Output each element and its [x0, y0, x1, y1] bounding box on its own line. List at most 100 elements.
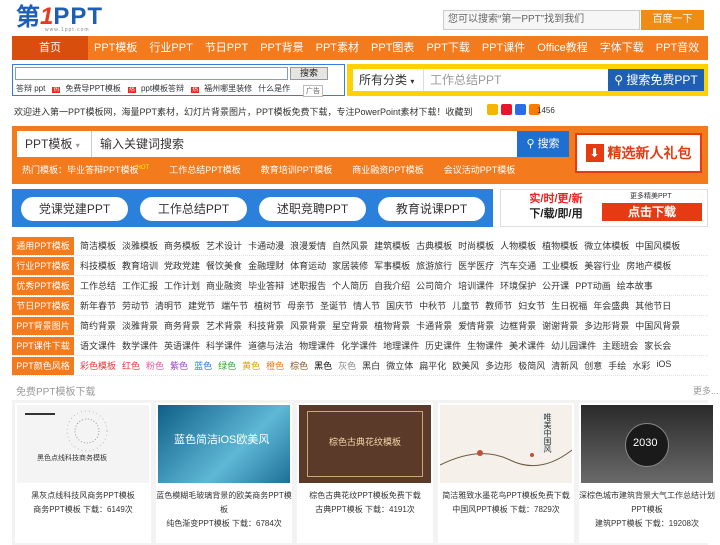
category-link[interactable]: 道德与法治: [248, 339, 293, 352]
baidu-search-input[interactable]: 您可以搜索“第一PPT”找到我们: [443, 10, 640, 30]
category-link[interactable]: 圣诞节: [320, 299, 347, 312]
category-link[interactable]: 艺术背景: [206, 319, 242, 332]
category-link[interactable]: 培训课件: [458, 279, 494, 292]
card-category[interactable]: 古典PPT模板: [315, 505, 363, 514]
category-link[interactable]: 房地产模板: [626, 259, 671, 272]
category-link[interactable]: 儿童节: [452, 299, 479, 312]
category-link[interactable]: 极简风: [518, 359, 545, 372]
category-link[interactable]: 红色: [122, 359, 140, 372]
nav-material[interactable]: PPT素材: [310, 36, 365, 60]
quick-lesson-button[interactable]: 教育说课PPT: [378, 197, 485, 221]
category-link[interactable]: 中国风模板: [635, 239, 680, 252]
category-link[interactable]: 卡通背景: [416, 319, 452, 332]
category-link[interactable]: 中国风背景: [635, 319, 680, 332]
category-link[interactable]: 妇女节: [518, 299, 545, 312]
quick-summary-button[interactable]: 工作总结PPT: [140, 197, 247, 221]
category-link[interactable]: 多边形背景: [584, 319, 629, 332]
category-link[interactable]: PPT动画: [575, 279, 611, 292]
card-title[interactable]: 深棕色城市建筑背景大气工作总结计划PPT模板: [579, 489, 715, 517]
card-thumbnail[interactable]: 2030: [581, 405, 713, 483]
category-label[interactable]: 通用PPT模板: [12, 236, 74, 255]
category-link[interactable]: 微立体模板: [584, 239, 629, 252]
category-link[interactable]: 美容行业: [584, 259, 620, 272]
quick-party-button[interactable]: 党课党建PPT: [21, 197, 128, 221]
category-link[interactable]: 建筑模板: [374, 239, 410, 252]
template-card[interactable]: 2030 深棕色城市建筑背景大气工作总结计划PPT模板 建筑PPT模板 下载：19…: [579, 403, 715, 543]
category-link[interactable]: 绘本故事: [617, 279, 653, 292]
category-link[interactable]: 国庆节: [386, 299, 413, 312]
category-link[interactable]: 彩色模板: [80, 359, 116, 372]
template-card[interactable]: 棕色古典花纹模板 棕色古典花纹PPT模板免费下载 古典PPT模板 下载：4191次: [297, 403, 433, 543]
category-link[interactable]: 英语课件: [164, 339, 200, 352]
category-link[interactable]: 端午节: [221, 299, 248, 312]
category-link[interactable]: 黑白: [362, 359, 380, 372]
category-link[interactable]: 清新风: [551, 359, 578, 372]
card-thumbnail[interactable]: 棕色古典花纹模板: [299, 405, 431, 483]
category-link[interactable]: 植树节: [254, 299, 281, 312]
category-link[interactable]: 多边形: [485, 359, 512, 372]
category-link[interactable]: 浪漫爱情: [290, 239, 326, 252]
category-link[interactable]: 风景背景: [290, 319, 326, 332]
category-link[interactable]: 地理课件: [383, 339, 419, 352]
category-link[interactable]: 毕业答辩: [248, 279, 284, 292]
quick-report-button[interactable]: 述职竞聘PPT: [259, 197, 366, 221]
category-link[interactable]: 体育运动: [290, 259, 326, 272]
promo-download-button[interactable]: 点击下载: [602, 203, 702, 221]
category-link[interactable]: 商务背景: [164, 319, 200, 332]
category-link[interactable]: 语文课件: [80, 339, 116, 352]
category-link[interactable]: 水彩: [632, 359, 650, 372]
category-link[interactable]: 情人节: [353, 299, 380, 312]
category-link[interactable]: 党政党建: [164, 259, 200, 272]
template-card[interactable]: 唯美中国风 简洁雅致水墨花鸟PPT模板免费下载 中国风PPT模板 下载：7829次: [438, 403, 574, 543]
category-link[interactable]: 卡通动漫: [248, 239, 284, 252]
category-link[interactable]: 工业模板: [542, 259, 578, 272]
gift-pack-button[interactable]: ⬇ 精选新人礼包: [575, 133, 702, 173]
category-link[interactable]: 爱情背景: [458, 319, 494, 332]
card-category[interactable]: 建筑PPT模板: [595, 519, 643, 528]
ad-link[interactable]: 什么是作: [258, 84, 290, 93]
category-label[interactable]: 优秀PPT模板: [12, 276, 74, 295]
category-link[interactable]: 金融理财: [248, 259, 284, 272]
category-link[interactable]: 植物背景: [374, 319, 410, 332]
ad-link[interactable]: ppt模板答辩: [141, 84, 184, 93]
category-link[interactable]: 清明节: [155, 299, 182, 312]
category-link[interactable]: 教师节: [485, 299, 512, 312]
category-link[interactable]: 化学课件: [341, 339, 377, 352]
category-link[interactable]: 公司简介: [416, 279, 452, 292]
category-label[interactable]: PPT颜色风格: [12, 356, 74, 375]
category-link[interactable]: 灰色: [338, 359, 356, 372]
category-link[interactable]: 物理课件: [299, 339, 335, 352]
category-link[interactable]: 母亲节: [287, 299, 314, 312]
category-link[interactable]: 家居装修: [332, 259, 368, 272]
category-link[interactable]: 淡雅背景: [122, 319, 158, 332]
category-link[interactable]: 边框背景: [500, 319, 536, 332]
category-link[interactable]: 橙色: [266, 359, 284, 372]
category-link[interactable]: 欧美风: [452, 359, 479, 372]
card-title[interactable]: 黑灰点线科技风商务PPT模板: [15, 489, 151, 503]
category-link[interactable]: 数学课件: [122, 339, 158, 352]
category-link[interactable]: 商务模板: [164, 239, 200, 252]
category-link[interactable]: 工作汇报: [122, 279, 158, 292]
hot-item[interactable]: 会议活动PPT模板: [444, 163, 516, 177]
qzone-icon[interactable]: [487, 104, 498, 115]
main-search-button[interactable]: ⚲ 搜索: [517, 131, 569, 157]
category-link[interactable]: 扁平化: [419, 359, 446, 372]
nav-holiday[interactable]: 节日PPT: [199, 36, 254, 60]
card-thumbnail[interactable]: 黑色点线科技商务模板: [17, 405, 149, 483]
nav-industry[interactable]: 行业PPT: [143, 36, 198, 60]
category-link[interactable]: 蓝色: [194, 359, 212, 372]
nav-courseware[interactable]: PPT课件: [476, 36, 531, 60]
category-link[interactable]: 创意: [584, 359, 602, 372]
category-link[interactable]: 旅游旅行: [416, 259, 452, 272]
card-thumbnail[interactable]: 唯美中国风: [440, 405, 572, 483]
card-title[interactable]: 简洁雅致水墨花鸟PPT模板免费下载: [438, 489, 574, 503]
category-link[interactable]: 人物模板: [500, 239, 536, 252]
card-thumbnail[interactable]: 蓝色简洁iOS欧美风: [158, 405, 290, 483]
nav-office[interactable]: Office教程: [531, 36, 594, 60]
category-link[interactable]: 家长会: [644, 339, 671, 352]
category-link[interactable]: 手绘: [608, 359, 626, 372]
category-link[interactable]: 汽车交通: [500, 259, 536, 272]
hot-item[interactable]: 热门模板：毕业答辩PPT模板HOT: [22, 163, 149, 177]
category-link[interactable]: 个人简历: [332, 279, 368, 292]
category-link[interactable]: 艺术设计: [206, 239, 242, 252]
